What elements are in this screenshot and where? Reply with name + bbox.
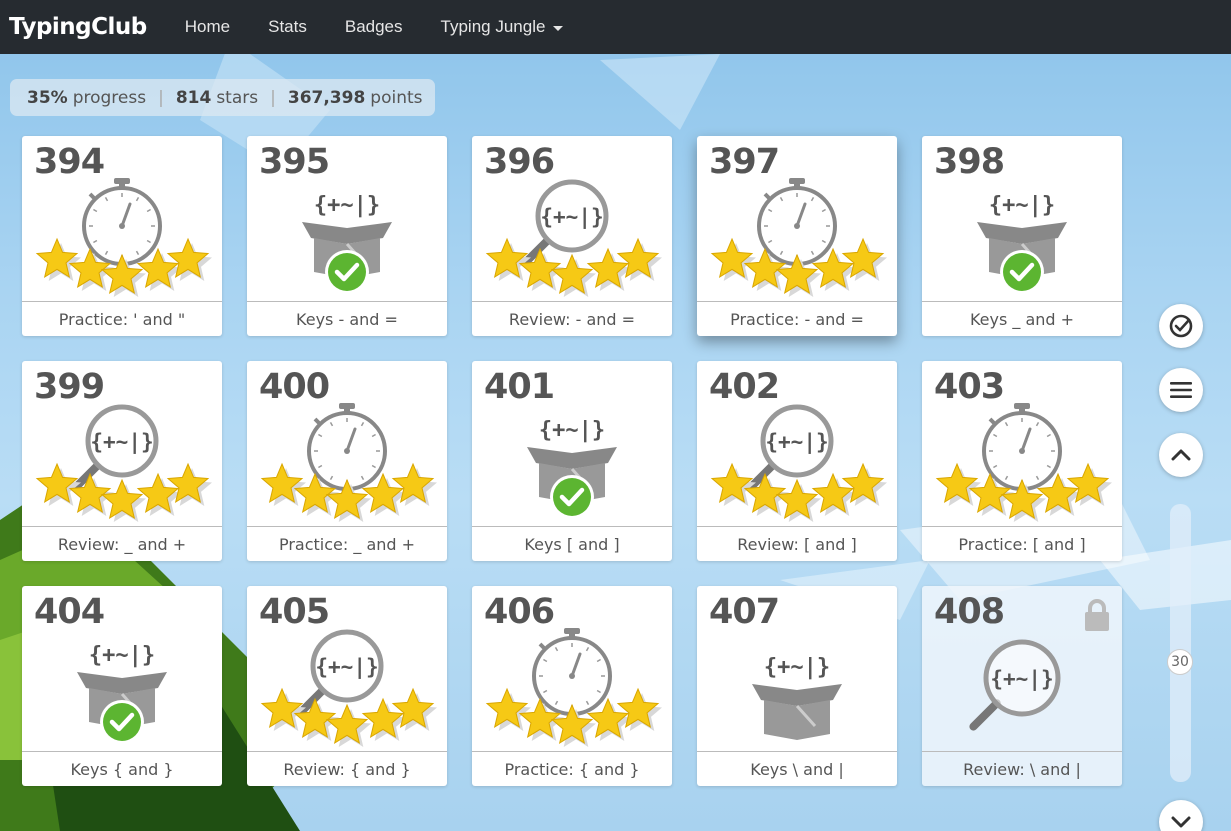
magnifier-icon: {+~|} — [969, 639, 1061, 731]
lesson-card[interactable]: {+~|} 407 Keys \ and | — [697, 586, 897, 786]
lesson-label: Practice: { and } — [472, 751, 672, 786]
svg-text:{+~|}: {+~|} — [765, 430, 828, 455]
progress-summary: 35% progress | 814 stars | 367,398 point… — [10, 79, 435, 116]
brand-logo[interactable]: TypingClub — [9, 14, 147, 40]
lesson-card[interactable]: 397 Practice: - and = — [697, 136, 897, 336]
stopwatch-icon — [757, 178, 837, 266]
progress-label: progress — [72, 87, 147, 108]
points-count: 367,398 — [287, 87, 366, 108]
lesson-card[interactable]: {+~|} 408 Review: \ and | — [922, 586, 1122, 786]
check-badge-icon — [550, 475, 594, 519]
svg-text:{+~|}: {+~|} — [540, 205, 603, 230]
scroll-up-button[interactable] — [1159, 433, 1203, 477]
chevron-up-icon — [1171, 449, 1191, 461]
nav-stats[interactable]: Stats — [268, 17, 307, 37]
lesson-label: Practice: ' and " — [22, 301, 222, 336]
lesson-card[interactable]: {+~|} 405 Review: { and } — [247, 586, 447, 786]
lesson-card[interactable]: {+~|} 404 Keys { and } — [22, 586, 222, 786]
stopwatch-icon — [532, 628, 612, 716]
stopwatch-icon — [982, 403, 1062, 491]
lesson-number: 399 — [34, 367, 105, 407]
lesson-label: Review: - and = — [472, 301, 672, 336]
lesson-card[interactable]: 394 Practice: ' and " — [22, 136, 222, 336]
points-label: points — [370, 87, 423, 108]
lesson-number: 401 — [484, 367, 555, 407]
svg-text:{+~|}: {+~|} — [764, 655, 830, 680]
lesson-card[interactable]: {+~|} 399 Review: _ and + — [22, 361, 222, 561]
magnifier-icon: {+~|} — [522, 179, 609, 266]
lesson-number: 406 — [484, 592, 555, 632]
open-box-icon: {+~|} — [752, 655, 842, 740]
stopwatch-icon — [82, 178, 162, 266]
lesson-label: Keys _ and + — [922, 301, 1122, 336]
lesson-number: 405 — [259, 592, 330, 632]
nav-typing-jungle[interactable]: Typing Jungle — [441, 17, 564, 37]
stopwatch-icon — [307, 403, 387, 491]
lesson-number: 400 — [259, 367, 330, 407]
lesson-label: Review: { and } — [247, 751, 447, 786]
lesson-number: 394 — [34, 142, 105, 182]
lesson-card[interactable]: {+~|} 401 Keys [ and ] — [472, 361, 672, 561]
stars-count: 814 — [175, 87, 212, 108]
lesson-label: Practice: [ and ] — [922, 526, 1122, 561]
nav-home[interactable]: Home — [185, 17, 230, 37]
lesson-number: 403 — [934, 367, 1005, 407]
hamburger-menu-icon — [1170, 382, 1192, 398]
lesson-label: Practice: - and = — [697, 301, 897, 336]
lesson-number: 397 — [709, 142, 780, 182]
magnifier-icon: {+~|} — [72, 404, 159, 491]
lesson-card[interactable]: {+~|} 402 Review: [ and ] — [697, 361, 897, 561]
svg-text:{+~|}: {+~|} — [990, 667, 1053, 692]
lesson-number: 398 — [934, 142, 1005, 182]
lesson-card[interactable]: 400 Practice: _ and + — [247, 361, 447, 561]
svg-text:{+~|}: {+~|} — [539, 418, 605, 443]
svg-text:{+~|}: {+~|} — [90, 430, 153, 455]
menu-button[interactable] — [1159, 368, 1203, 412]
lesson-number: 404 — [34, 592, 105, 632]
lock-icon — [1085, 599, 1109, 631]
lesson-card[interactable]: 406 Practice: { and } — [472, 586, 672, 786]
lesson-label: Review: [ and ] — [697, 526, 897, 561]
lesson-number: 408 — [934, 592, 1005, 632]
check-badge-icon — [325, 250, 369, 294]
svg-text:{+~|}: {+~|} — [314, 193, 380, 218]
lesson-number: 402 — [709, 367, 780, 407]
lesson-number: 396 — [484, 142, 555, 182]
lesson-label: Keys { and } — [22, 751, 222, 786]
slider-handle[interactable]: 30 — [1167, 649, 1193, 675]
top-navbar: TypingClub Home Stats Badges Typing Jung… — [0, 0, 1231, 54]
lesson-label: Review: _ and + — [22, 526, 222, 561]
goal-button[interactable] — [1159, 304, 1203, 348]
lesson-number: 395 — [259, 142, 330, 182]
caret-down-icon — [553, 25, 564, 31]
check-badge-icon — [100, 700, 144, 744]
svg-text:{+~|}: {+~|} — [89, 643, 155, 668]
lesson-label: Keys [ and ] — [472, 526, 672, 561]
nav-typing-jungle-label: Typing Jungle — [440, 17, 546, 36]
lesson-label: Review: \ and | — [922, 751, 1122, 786]
nav-badges[interactable]: Badges — [345, 17, 403, 37]
separator: | — [270, 87, 276, 108]
level-slider[interactable] — [1170, 504, 1191, 782]
progress-percent: 35% — [27, 87, 68, 108]
checkmark-circle-icon — [1169, 314, 1193, 338]
svg-text:{+~|}: {+~|} — [989, 193, 1055, 218]
magnifier-icon: {+~|} — [297, 629, 384, 716]
lesson-label: Keys \ and | — [697, 751, 897, 786]
separator: | — [158, 87, 164, 108]
lesson-label: Keys - and = — [247, 301, 447, 336]
lesson-card[interactable]: {+~|} 398 Keys _ and + — [922, 136, 1122, 336]
lesson-card[interactable]: 403 Practice: [ and ] — [922, 361, 1122, 561]
chevron-down-icon — [1171, 816, 1191, 828]
lesson-number: 407 — [709, 592, 780, 632]
magnifier-icon: {+~|} — [747, 404, 834, 491]
lesson-label: Practice: _ and + — [247, 526, 447, 561]
stars-label: stars — [216, 87, 259, 108]
lesson-card[interactable]: {+~|} 396 Review: - and = — [472, 136, 672, 336]
svg-text:{+~|}: {+~|} — [315, 655, 378, 680]
check-badge-icon — [1000, 250, 1044, 294]
lesson-card[interactable]: {+~|} 395 Keys - and = — [247, 136, 447, 336]
